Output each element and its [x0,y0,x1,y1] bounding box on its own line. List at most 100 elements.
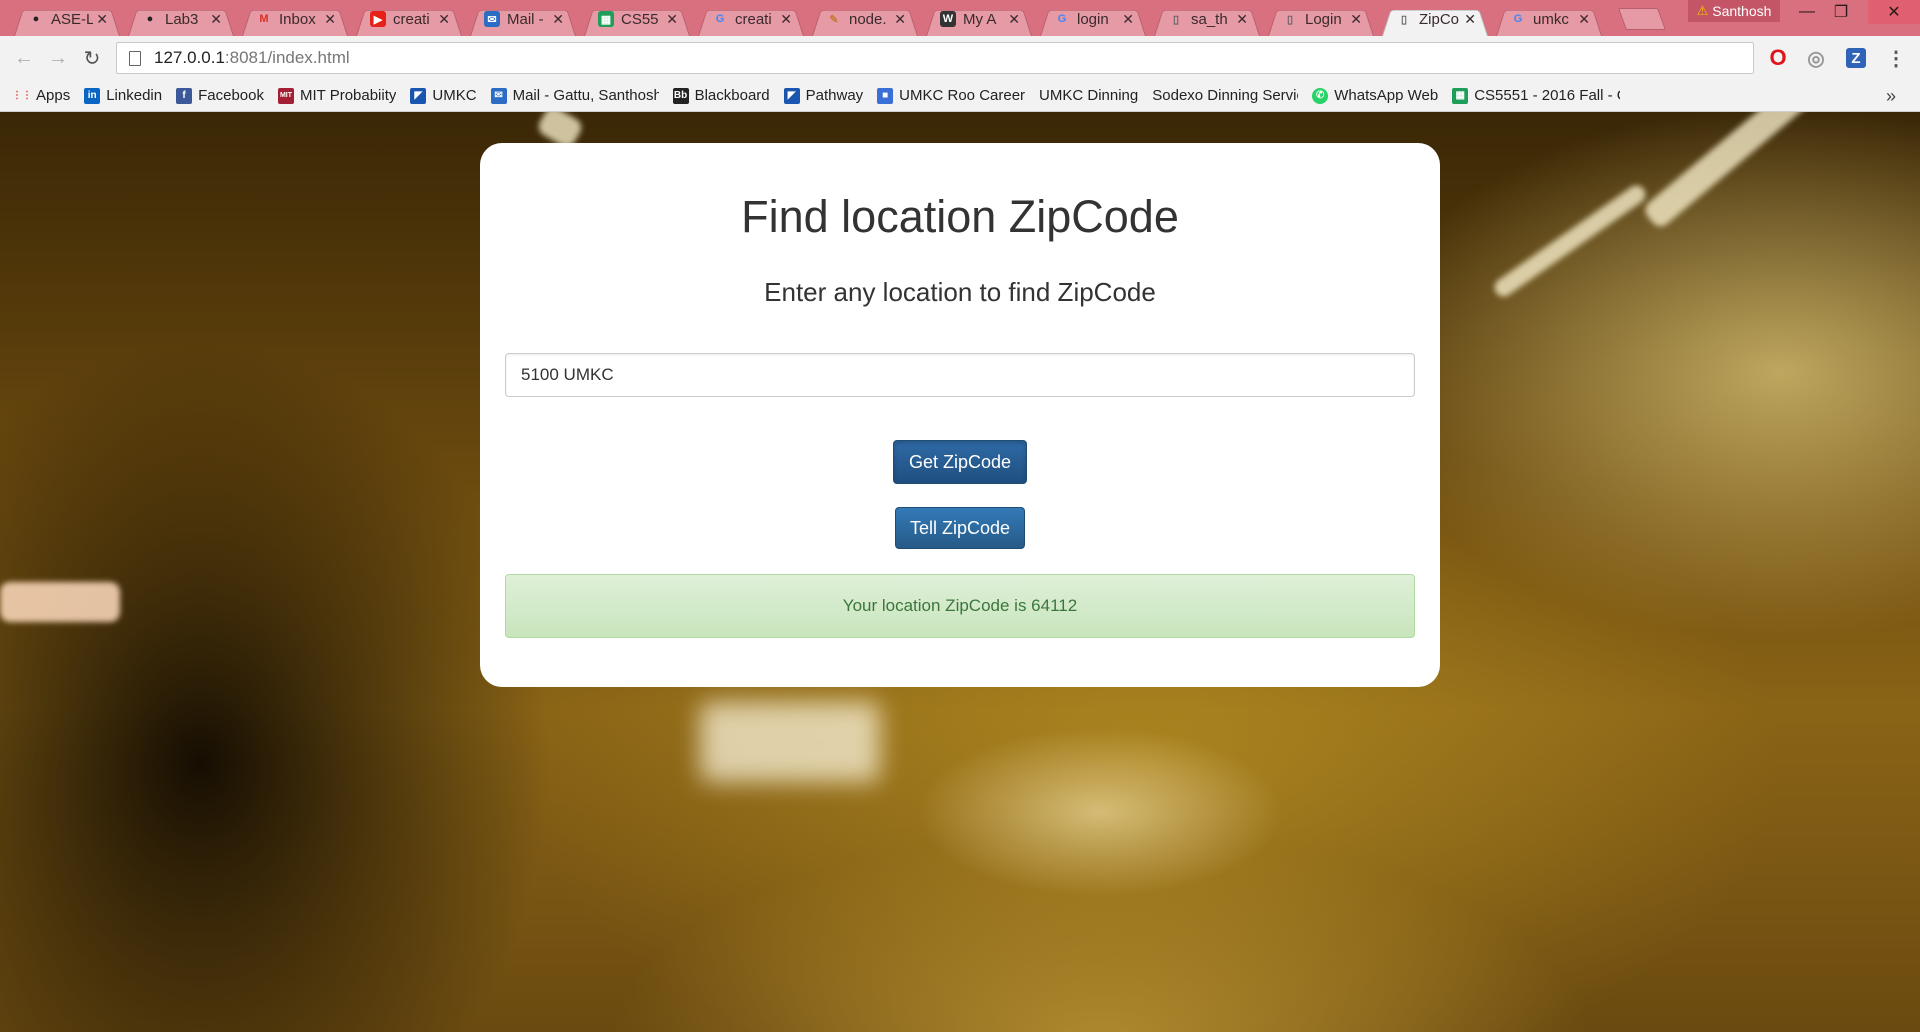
sheets-icon: ▦ [598,11,614,27]
car-glow [700,702,880,782]
node-icon: ✎ [829,13,839,26]
tab[interactable]: Gcreati ✕ [694,2,808,36]
tab-label: node. [849,10,887,28]
tab[interactable]: ▦ CS55 ✕ [580,2,694,36]
bookmark-item[interactable]: ✆ WhatsApp Web [1312,87,1438,104]
reload-button[interactable]: ↻ [80,46,104,70]
bookmark-item[interactable]: ▦ CS5551 - 2016 Fall - G [1452,87,1620,104]
page-icon: ▯ [1172,13,1180,26]
headlight-glow [0,582,120,622]
bookmarks-bar: ⋮⋮ Apps in Linkedin f Facebook MIT MIT Probabii… [0,80,1920,207]
tab[interactable]: ▯ ZipCo ✕ [1378,2,1492,36]
close-tab-icon[interactable]: ✕ [1350,11,1362,28]
bookmarks-overflow-icon[interactable]: » [1886,86,1896,107]
close-tab-icon[interactable]: ✕ [666,11,678,28]
tab-label: Mail - [507,10,544,28]
tab-label: creati [393,10,430,28]
google-icon: G [715,13,725,25]
tab[interactable]: ▯ Login ✕ [1264,2,1378,36]
url-path: :8081/index.html [224,48,350,67]
tab-label: login [1077,10,1109,28]
gmail-icon: M [259,13,269,25]
close-tab-icon[interactable]: ✕ [210,11,222,28]
bookmark-item[interactable]: in Linkedin [84,87,162,104]
bookmark-item[interactable]: ✉ Mail - Gattu, Santhosh [490,87,659,104]
tab-label: Login [1305,10,1342,28]
close-tab-icon[interactable]: ✕ [780,11,792,28]
result-text: Your location ZipCode is 64112 [842,596,1078,615]
close-tab-icon[interactable]: ✕ [438,11,450,28]
location-input[interactable] [505,353,1415,397]
page-background: Find location ZipCode Enter any location… [0,112,1920,1032]
tab[interactable]: Gumkc ✕ [1492,2,1606,36]
roo-icon: ■ [877,87,894,104]
close-tab-icon[interactable]: ✕ [1236,11,1248,28]
page-icon [129,50,141,66]
close-tab-icon[interactable]: ✕ [1008,11,1020,28]
bookmark-label: UMKC [432,87,477,104]
blackboard-icon: Bb [672,87,689,104]
tell-zipcode-button[interactable]: Tell ZipCode [895,507,1025,549]
close-tab-icon[interactable]: ✕ [552,11,564,28]
sheets-icon: ▦ [1452,87,1469,104]
close-tab-icon[interactable]: ✕ [894,11,906,28]
tab[interactable]: ▯ sa_th ✕ [1150,2,1264,36]
page-icon: ▯ [1400,13,1408,26]
close-tab-icon[interactable]: ✕ [96,11,108,28]
get-zipcode-button[interactable]: Get ZipCode [893,440,1027,484]
tab[interactable]: Glogin ✕ [1036,2,1150,36]
mail-icon: ✉ [490,87,507,104]
bookmark-item[interactable]: ◤ UMKC [410,87,477,104]
bookmark-label: Linkedin [106,87,163,104]
profile-button[interactable]: ⚠ Santhosh [1688,0,1780,22]
close-tab-icon[interactable]: ✕ [1464,11,1476,28]
tab[interactable]: ● Lab3 ✕ [124,2,238,36]
opera-icon[interactable]: O [1766,45,1790,70]
tab[interactable]: ✎ node. ✕ [808,2,922,36]
bookmark-item[interactable]: ■ UMKC Roo Career [877,87,1025,104]
result-alert: Your location ZipCode is 64112 [505,574,1415,638]
light-streak [1641,112,1859,231]
github-icon: ● [146,13,154,25]
new-tab-button[interactable] [1617,8,1667,30]
tab[interactable]: ● ASE-L ✕ [10,2,124,36]
tab-strip: ● ASE-L ✕ ● Lab3 ✕ M Inbox ✕ ▶ creati ✕ ✉ Mail - ✕ ▦ CS5… [0,0,1920,36]
zipcode-card: Find location ZipCode Enter any location… [480,143,1440,687]
close-tab-icon[interactable]: ✕ [324,11,336,28]
ws-icon: W [940,11,956,27]
back-button[interactable]: ← [12,46,36,70]
forward-button[interactable]: → [46,46,70,70]
bookmark-item[interactable]: MIT MIT Probabiity [277,87,396,104]
z-extension-icon[interactable]: Z [1846,48,1866,68]
bookmark-label: Mail - Gattu, Santhosh [512,87,659,104]
tab-label: sa_th [1191,10,1228,28]
tab[interactable]: ▶ creati ✕ [352,2,466,36]
warning-icon: ⚠ [1696,3,1709,18]
maximize-button[interactable]: ❐ [1818,0,1864,24]
bookmark-label: Facebook [198,87,264,104]
umkc-icon: ◤ [783,87,800,104]
mail-icon: ✉ [484,11,500,27]
close-window-button[interactable]: ✕ [1868,0,1920,24]
tab[interactable]: M Inbox ✕ [238,2,352,36]
bookmark-item[interactable]: Sodexo Dinning Servic [0,87,1298,207]
tabs-container: ● ASE-L ✕ ● Lab3 ✕ M Inbox ✕ ▶ creati ✕ ✉ Mail - ✕ ▦ CS5… [10,2,1606,36]
bookmark-label: Pathway [805,87,864,104]
tab-label: ASE-L [51,10,93,28]
extension-icon[interactable]: ◎ [1804,46,1828,70]
menu-icon[interactable]: ⋮ [1884,46,1908,70]
address-bar[interactable]: 127.0.0.1:8081/index.html [116,42,1754,74]
close-tab-icon[interactable]: ✕ [1578,11,1590,28]
bookmark-item[interactable]: Bb Blackboard [672,87,770,104]
bookmark-item[interactable]: ◤ Pathway [783,87,864,104]
bookmark-item[interactable]: UMKC Dinning [0,87,1138,207]
tab-label: ZipCo [1419,10,1460,28]
tab[interactable]: W My A ✕ [922,2,1036,36]
umkc-icon: ◤ [410,87,427,104]
browser-toolbar: ← → ↻ 127.0.0.1:8081/index.html O ◎ Z ⋮ [0,36,1920,80]
close-tab-icon[interactable]: ✕ [1122,11,1134,28]
tab[interactable]: ✉ Mail - ✕ [466,2,580,36]
bookmark-item[interactable]: f Facebook [176,87,264,104]
bookmark-item[interactable]: ⋮⋮ Apps [12,87,70,104]
bookmark-label: Blackboard [694,87,770,104]
